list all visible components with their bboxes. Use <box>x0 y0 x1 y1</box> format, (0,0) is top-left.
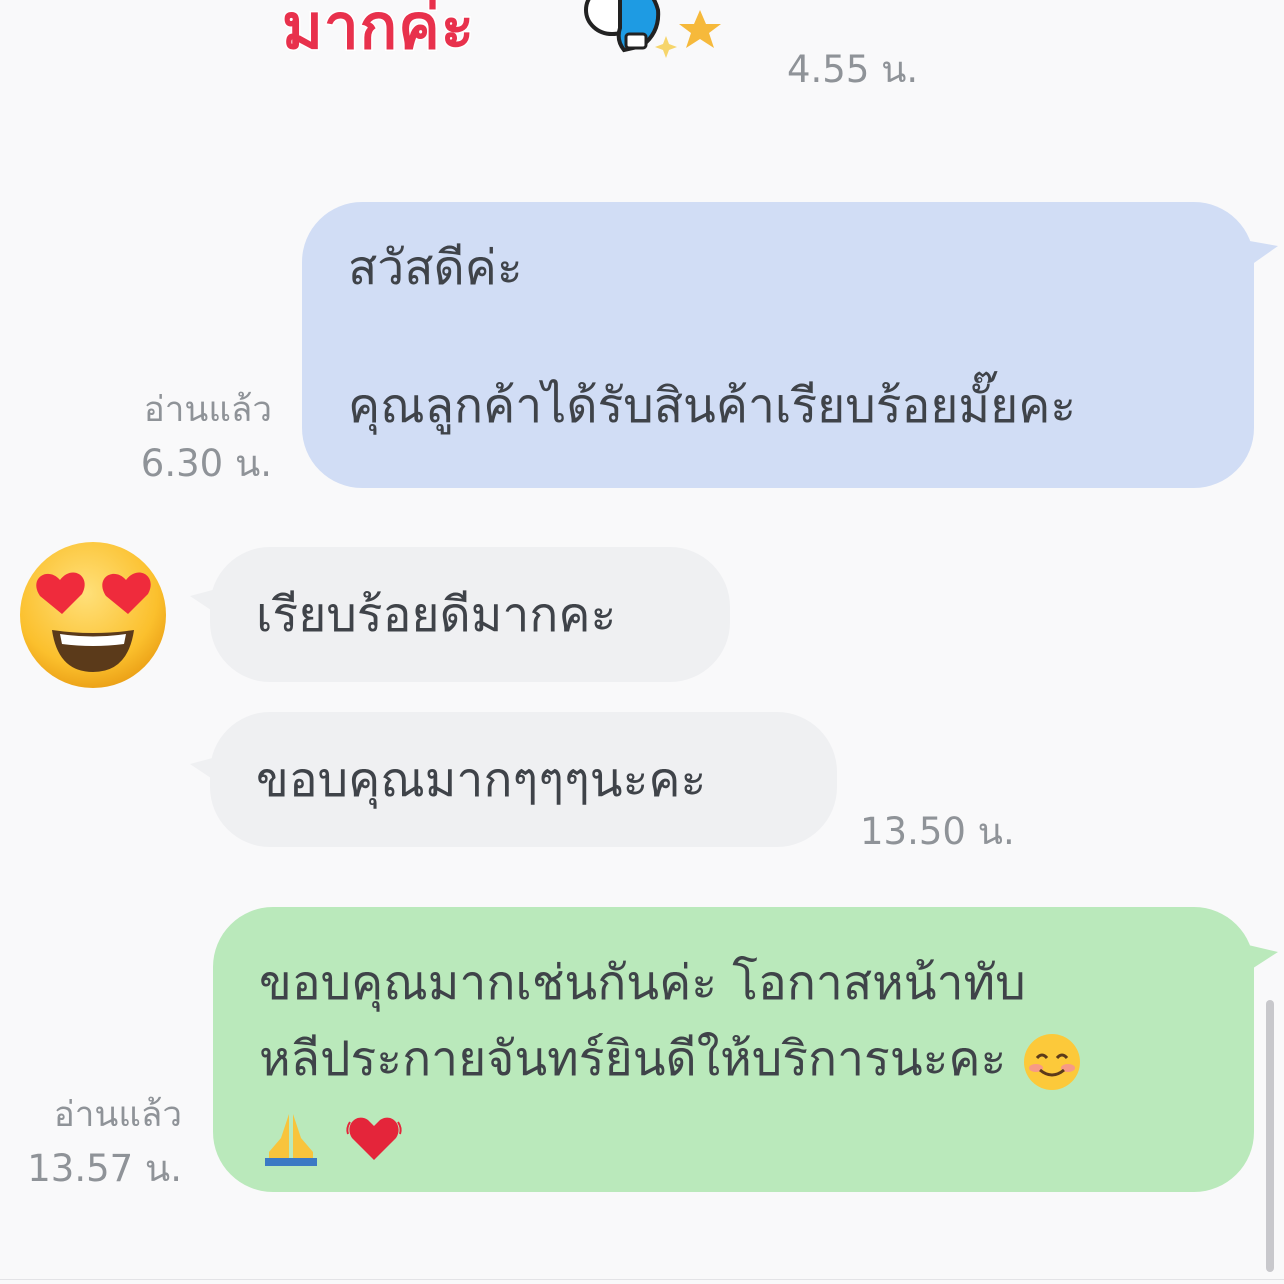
message-line: สวัสดีค่ะ <box>348 240 523 296</box>
message-line: หลีประกายจันทร์ยินดีให้บริการนะคะ <box>259 1031 1007 1087</box>
read-label: อ่านแล้ว <box>53 1095 182 1135</box>
scrollbar[interactable] <box>1266 1000 1274 1272</box>
read-receipt: อ่านแล้ว 13.57 น. <box>10 1088 182 1196</box>
read-receipt: อ่านแล้ว 6.30 น. <box>100 383 272 491</box>
message-time: 13.50 น. <box>860 810 1015 853</box>
chat-thread: มากค่ะ 4.55 น. อ่านแล้ว 6.30 น. สวัสดีค่… <box>0 0 1284 1284</box>
message-bubble[interactable]: สวัสดีค่ะ คุณลูกค้าได้รับสินค้าเรียบร้อย… <box>302 202 1254 488</box>
message-time: 13.57 น. <box>27 1147 182 1190</box>
beating-heart-emoji-icon <box>346 1117 402 1160</box>
message-line: ขอบคุณมากเช่นกันค่ะ โอกาสหน้าทับ <box>259 955 1026 1011</box>
message-line: เรียบร้อยดีมากคะ <box>256 586 617 643</box>
message-bubble[interactable]: ขอบคุณมากๆๆๆนะคะ <box>210 712 837 847</box>
message-line <box>348 304 1208 376</box>
message-time: 6.30 น. <box>140 442 272 485</box>
message-line: คุณลูกค้าได้รับสินค้าเรียบร้อยมั๊ยคะ <box>348 378 1077 434</box>
doraemon-sticker-icon <box>584 0 721 58</box>
heart-eyes-emoji-avatar-icon[interactable] <box>18 540 168 690</box>
message-time: 4.55 น. <box>787 48 919 91</box>
message-bubble[interactable]: ขอบคุณมากเช่นกันค่ะ โอกาสหน้าทับ หลีประก… <box>213 907 1254 1192</box>
folded-hands-emoji-icon <box>265 1114 317 1166</box>
sticker-caption: มากค่ะ <box>281 0 476 65</box>
bubble-tail <box>1244 240 1278 270</box>
smiling-face-emoji-icon <box>1023 1034 1080 1090</box>
read-label: อ่านแล้ว <box>143 390 272 430</box>
message-bubble[interactable]: เรียบร้อยดีมากคะ <box>210 547 730 682</box>
bubble-tail <box>1244 944 1278 974</box>
message-line: ขอบคุณมากๆๆๆนะคะ <box>256 751 707 808</box>
divider <box>0 1279 1284 1280</box>
